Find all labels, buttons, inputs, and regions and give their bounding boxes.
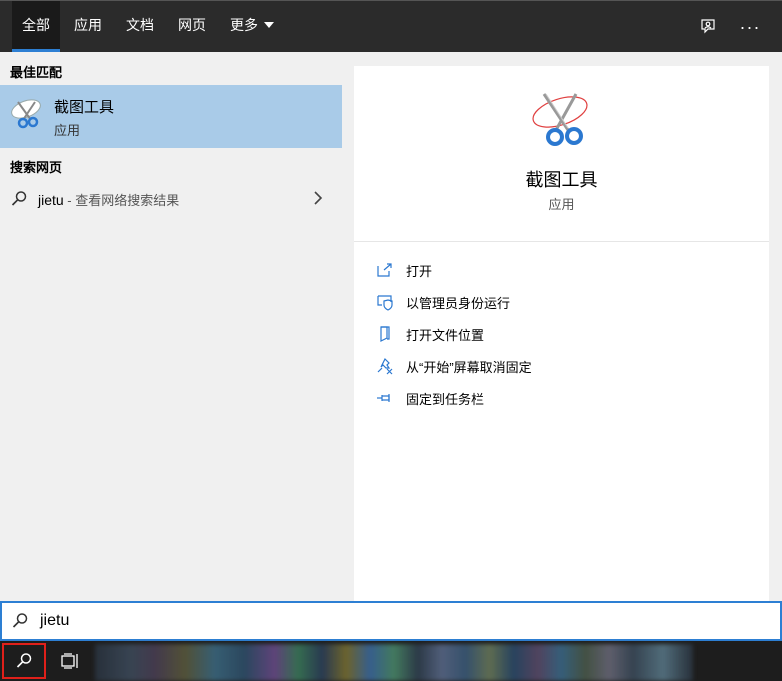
tab-more-label: 更多	[230, 17, 258, 33]
search-icon	[11, 191, 27, 206]
tab-apps-label: 应用	[74, 17, 102, 33]
task-view-icon	[61, 653, 78, 669]
action-run-as-admin[interactable]: 以管理员身份运行	[376, 289, 756, 315]
more-options-button[interactable]: ···	[734, 11, 766, 43]
snipping-tool-icon	[11, 99, 41, 129]
open-icon	[377, 263, 392, 277]
action-run-as-admin-label: 以管理员身份运行	[406, 296, 511, 311]
best-match-result[interactable]: 截图工具 应用	[0, 85, 342, 148]
tab-web[interactable]: 网页	[170, 1, 214, 53]
search-icon	[12, 613, 28, 628]
taskbar-pinned-apps[interactable]	[95, 644, 693, 681]
file-location-icon	[380, 326, 390, 342]
task-view-button[interactable]	[52, 643, 88, 679]
tab-apps[interactable]: 应用	[66, 1, 110, 53]
action-pin-to-taskbar-label: 固定到任务栏	[406, 392, 485, 407]
tab-all-label: 全部	[22, 17, 50, 33]
unpin-icon	[377, 357, 393, 375]
snipping-tool-large-icon	[532, 93, 588, 146]
action-unpin-from-start[interactable]: 从“开始”屏幕取消固定	[376, 353, 756, 379]
divider	[354, 241, 769, 242]
search-input[interactable]: jietu	[40, 612, 69, 630]
action-open-label: 打开	[406, 264, 433, 279]
best-match-heading: 最佳匹配	[10, 65, 63, 80]
pin-icon	[377, 394, 390, 402]
taskbar	[0, 641, 782, 681]
shield-icon	[377, 295, 393, 311]
action-open-file-location-label: 打开文件位置	[406, 328, 485, 343]
search-filter-bar: 全部 应用 文档 网页 更多 ···	[0, 0, 782, 53]
tab-web-label: 网页	[178, 17, 206, 33]
feedback-icon[interactable]	[692, 11, 724, 43]
chevron-right-icon[interactable]	[312, 191, 324, 205]
web-search-result[interactable]: jietu - 查看网络搜索结果	[0, 184, 342, 214]
action-open[interactable]: 打开	[376, 257, 756, 283]
tab-documents[interactable]: 文档	[118, 1, 162, 53]
caret-down-icon	[264, 22, 274, 29]
best-match-name: 截图工具	[54, 99, 115, 116]
action-open-file-location[interactable]: 打开文件位置	[376, 321, 756, 347]
search-box[interactable]: jietu	[0, 601, 782, 641]
best-match-type: 应用	[54, 123, 81, 138]
more-options-label: ···	[739, 16, 761, 37]
action-pin-to-taskbar[interactable]: 固定到任务栏	[376, 385, 756, 411]
web-search-heading: 搜索网页	[10, 160, 63, 175]
preview-app-type: 应用	[548, 197, 575, 212]
preview-app-name: 截图工具	[525, 170, 598, 190]
tab-documents-label: 文档	[126, 17, 154, 33]
action-unpin-from-start-label: 从“开始”屏幕取消固定	[406, 360, 532, 375]
web-search-suffix: - 查看网络搜索结果	[63, 193, 180, 208]
tab-all[interactable]: 全部	[12, 1, 60, 53]
web-search-text: jietu - 查看网络搜索结果	[38, 190, 179, 209]
web-search-query: jietu	[38, 192, 64, 208]
taskbar-search-button[interactable]	[2, 643, 46, 679]
search-icon	[16, 653, 32, 668]
preview-pane: 截图工具 应用 打开 以管理员身份运行 打开文件位置 从“开始”屏幕取消固定 固…	[354, 66, 769, 601]
tab-more[interactable]: 更多	[222, 1, 282, 53]
results-pane: 最佳匹配 截图工具 应用 搜索网页 jietu - 查看网络搜索结果	[0, 52, 342, 601]
